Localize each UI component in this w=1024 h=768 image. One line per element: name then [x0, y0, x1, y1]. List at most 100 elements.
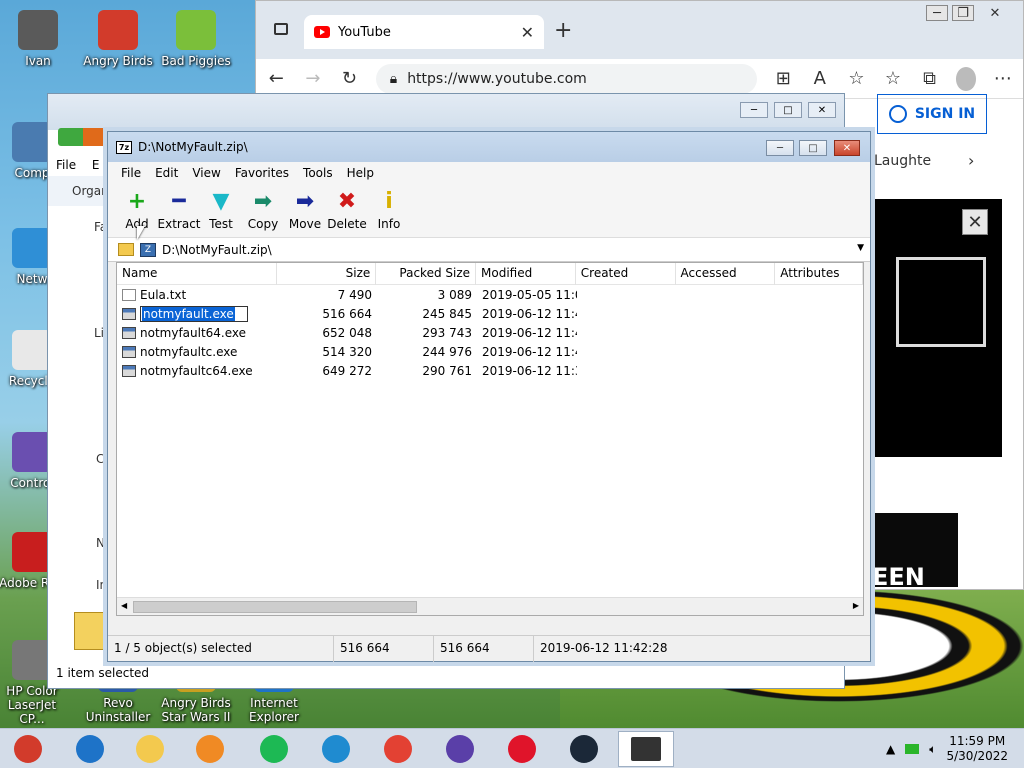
file-row[interactable]: notmyfaultc.exe 514 320 244 976 2019-06-12 … — [117, 342, 863, 361]
cpu-z-icon — [446, 735, 474, 763]
show-hidden-icons[interactable]: ▲ — [886, 742, 895, 756]
browser-minimize-button[interactable]: ─ — [926, 5, 948, 21]
exe-file-icon — [122, 345, 136, 358]
volume-icon[interactable]: 🔈︎ — [929, 742, 936, 757]
file-row[interactable]: notmyfault.exe 516 664 245 845 2019-06-12 … — [117, 304, 863, 323]
forward-icon[interactable]: → — [303, 68, 324, 89]
taskbar-cpu-z[interactable] — [432, 731, 488, 767]
menu-favorites[interactable]: Favorites — [228, 164, 296, 182]
profile-icon[interactable] — [955, 66, 977, 91]
sevenzip-app-icon: 7z — [116, 140, 132, 154]
taskbar-steam[interactable] — [556, 731, 612, 767]
extract-icon: ━ — [172, 188, 186, 214]
explorer-menu-edit[interactable]: E — [92, 158, 100, 172]
sevenzip-window: 7z D:\NotMyFault.zip\ ─ □ ✕ File Edit Vi… — [107, 131, 871, 662]
minimize-button[interactable]: ─ — [766, 140, 794, 156]
toolbar-copy-button[interactable]: ➡ Copy — [242, 184, 284, 237]
video-thumbnail-2[interactable]: EEN — [872, 513, 958, 587]
address-bar[interactable]: 🔒︎ https://www.youtube.com — [375, 63, 757, 94]
toolbar-move-button[interactable]: ➡ Move — [284, 184, 326, 237]
nav-libraries[interactable]: Lil — [94, 326, 107, 340]
file-modified-cell: 2019-06-12 11:38 — [482, 363, 577, 378]
favorite-add-icon[interactable]: ☆ — [846, 68, 867, 89]
folder-up-icon[interactable] — [118, 243, 134, 256]
column-header[interactable]: Accessed — [676, 263, 776, 285]
nav-internet[interactable]: In — [96, 578, 107, 592]
column-header[interactable]: Size — [277, 263, 377, 285]
taskbar-media-player[interactable] — [182, 731, 238, 767]
column-header[interactable]: Modified — [476, 263, 576, 285]
column-header[interactable]: Name — [117, 263, 277, 285]
desktop-app-icon — [12, 640, 52, 680]
toolbar-info-button[interactable]: i Info — [368, 184, 410, 237]
read-aloud-icon[interactable]: A — [810, 68, 831, 89]
menu-file[interactable]: File — [114, 164, 148, 182]
file-name: notmyfaultc64.exe — [140, 363, 253, 378]
apps-icon[interactable]: ⊞ — [773, 68, 794, 89]
taskbar-opera[interactable] — [494, 731, 550, 767]
chevron-right-icon[interactable]: › — [968, 151, 974, 170]
close-icon[interactable]: ✕ — [962, 209, 988, 235]
path-dropdown-icon[interactable]: ▼ — [857, 243, 864, 253]
taskbar-file-explorer[interactable] — [122, 731, 178, 767]
file-row[interactable]: Eula.txt 7 490 3 089 2019-05-05 11:00 — [117, 285, 863, 304]
maximize-button[interactable]: □ — [799, 140, 827, 156]
scroll-right-icon[interactable]: ▶ — [853, 601, 859, 610]
desktop-icon[interactable]: Angry Birds — [80, 10, 156, 68]
youtube-icon — [314, 26, 330, 38]
browser-restore-button[interactable]: ❐ — [952, 5, 974, 21]
desktop-icon-label: Ivan — [25, 54, 51, 68]
more-icon[interactable]: ⋯ — [992, 68, 1013, 89]
refresh-icon[interactable]: ↻ — [339, 68, 360, 89]
close-button[interactable]: ✕ — [834, 140, 860, 156]
scrollbar-thumb[interactable] — [133, 601, 417, 613]
organize-button[interactable]: Organ — [48, 176, 109, 206]
menu-view[interactable]: View — [185, 164, 227, 182]
horizontal-scrollbar[interactable]: ◀ ▶ — [117, 597, 863, 615]
taskbar-edge[interactable] — [308, 731, 364, 767]
browser-close-button[interactable]: ✕ — [984, 5, 1006, 21]
explorer-minimize-button[interactable]: ─ — [740, 102, 768, 118]
taskbar-spotify[interactable] — [246, 731, 302, 767]
explorer-back-forward[interactable] — [58, 128, 108, 146]
taskbar-internet-explorer[interactable] — [62, 731, 118, 767]
file-row[interactable]: notmyfaultc64.exe 649 272 290 761 2019-06-1… — [117, 361, 863, 380]
toolbar-extract-button[interactable]: ━ Extract — [158, 184, 201, 237]
toolbar-delete-button[interactable]: ✖ Delete — [326, 184, 368, 237]
collections-icon[interactable]: ⧉ — [919, 68, 940, 89]
menu-help[interactable]: Help — [340, 164, 381, 182]
menu-edit[interactable]: Edit — [148, 164, 185, 182]
column-header[interactable]: Packed Size — [376, 263, 477, 285]
taskbar-chrome[interactable] — [370, 731, 426, 767]
taskbar-7-zip[interactable] — [618, 731, 674, 767]
taskbar-angry-birds[interactable] — [0, 731, 56, 767]
desktop-app-icon — [12, 122, 52, 162]
favorites-icon[interactable]: ☆ — [883, 68, 904, 89]
clock[interactable]: 11:59 PM 5/30/2022 — [946, 734, 1008, 764]
close-tab-icon[interactable]: ✕ — [521, 23, 534, 42]
toolbar-test-button[interactable]: ▼ Test — [200, 184, 242, 237]
lock-icon: 🔒︎ — [389, 70, 398, 87]
filter-chip[interactable]: Laughte — [874, 153, 931, 169]
desktop-icon[interactable]: Bad Piggies — [158, 10, 234, 68]
browser-tab-youtube[interactable]: YouTube ✕ — [304, 15, 544, 49]
back-icon[interactable]: ← — [266, 68, 287, 89]
archive-icon: Z — [140, 242, 156, 257]
nav-favorites[interactable]: Fa — [94, 220, 107, 234]
explorer-maximize-button[interactable]: □ — [774, 102, 802, 118]
explorer-menu-file[interactable]: File — [56, 158, 76, 172]
file-row[interactable]: notmyfault64.exe 652 048 293 743 2019-06-12… — [117, 323, 863, 342]
file-modified-cell: 2019-06-12 11:40 — [482, 325, 577, 340]
tab-actions-icon[interactable] — [274, 23, 288, 35]
sign-in-button[interactable]: SIGN IN — [877, 94, 987, 134]
menu-tools[interactable]: Tools — [296, 164, 340, 182]
column-header[interactable]: Attributes — [775, 263, 863, 285]
column-header[interactable]: Created — [576, 263, 676, 285]
path-input[interactable]: D:\NotMyFault.zip\ — [162, 243, 272, 257]
new-tab-button[interactable]: + — [554, 18, 572, 43]
rename-input[interactable]: notmyfault.exe — [140, 305, 249, 322]
scroll-left-icon[interactable]: ◀ — [121, 601, 127, 610]
explorer-close-button[interactable]: ✕ — [808, 102, 836, 118]
desktop-icon[interactable]: Ivan — [0, 10, 76, 68]
battery-icon[interactable] — [905, 744, 920, 754]
